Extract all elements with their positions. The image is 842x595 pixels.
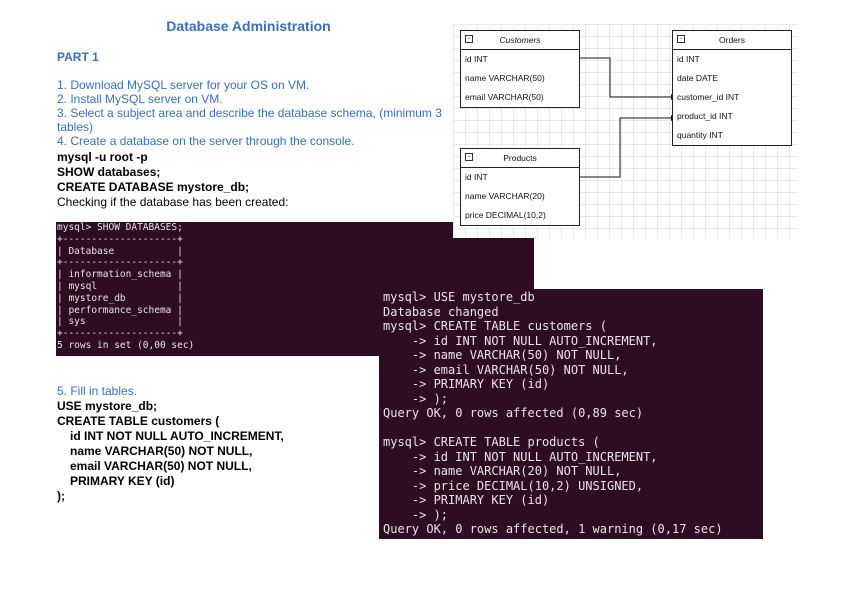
terminal-line: +--------------------+ — [57, 257, 183, 269]
terminal-line: mysql> USE mystore_db — [383, 290, 535, 304]
sql-line: name VARCHAR(50) NOT NULL, — [70, 444, 253, 458]
table-field: customer_id INT — [677, 92, 740, 102]
customers-table: − Customers id INT name VARCHAR(50) emai… — [460, 30, 580, 108]
document-title: Database Administration — [166, 18, 331, 34]
customer-connector — [579, 57, 671, 98]
terminal-line: mysql> CREATE TABLE products ( — [383, 435, 600, 449]
table-field: name VARCHAR(50) — [465, 73, 545, 83]
collapse-icon[interactable]: − — [465, 153, 473, 161]
terminal-line: -> name VARCHAR(20) NOT NULL, — [383, 464, 622, 478]
table-field: id INT — [465, 172, 488, 182]
terminal-line: | Database | — [57, 245, 183, 257]
terminal-line: mysql> SHOW DATABASES; — [57, 222, 183, 233]
terminal-line: Database changed — [383, 304, 499, 319]
sql-line: ); — [57, 489, 65, 503]
terminal-line: mysql> CREATE TABLE customers ( — [383, 319, 607, 333]
terminal-line: -> ); — [383, 507, 449, 522]
table-title: Orders — [719, 35, 745, 45]
check-caption: Checking if the database has been create… — [57, 195, 289, 209]
terminal-line: | information_schema | — [57, 269, 183, 281]
terminal-line: -> PRIMARY KEY (id) — [383, 493, 550, 507]
collapse-icon[interactable]: − — [465, 35, 473, 43]
orders-table: − Orders id INT date DATE customer_id IN… — [672, 30, 792, 146]
er-diagram: − Customers id INT name VARCHAR(50) emai… — [453, 24, 798, 238]
table-field: id INT — [677, 54, 700, 64]
table-field: email VARCHAR(50) — [465, 92, 544, 102]
table-title: Products — [503, 153, 537, 163]
terminal-line: -> price DECIMAL(10,2) UNSIGNED, — [383, 478, 644, 493]
login-command: mysql -u root -p — [57, 150, 148, 164]
create-db-command: CREATE DATABASE mystore_db; — [57, 180, 250, 194]
products-table: − Products id INT name VARCHAR(20) price… — [460, 148, 580, 226]
table-header: − Orders — [673, 31, 791, 50]
sql-line: id INT NOT NULL AUTO_INCREMENT, — [70, 429, 284, 443]
product-connector — [579, 117, 671, 178]
sql-line: PRIMARY KEY (id) — [70, 474, 175, 488]
table-header: − Customers — [461, 31, 579, 50]
table-field: product_id INT — [677, 111, 733, 121]
section-5: 5. Fill in tables. USE mystore_db; CREAT… — [57, 384, 284, 504]
commands-block: mysql -u root -p SHOW databases; CREATE … — [57, 150, 442, 210]
terminal-line: -> PRIMARY KEY (id) — [383, 377, 550, 391]
terminal-line: -> id INT NOT NULL AUTO_INCREMENT, — [383, 333, 658, 348]
step-item: 1. Download MySQL server for your OS on … — [57, 78, 310, 92]
sql-line: USE mystore_db; — [57, 399, 158, 413]
terminal-line: -> ); — [383, 391, 449, 406]
step-item: 3. Select a subject area and describe th… — [57, 106, 442, 134]
show-command: SHOW databases; — [57, 165, 161, 179]
steps-list: 1. Download MySQL server for your OS on … — [57, 78, 442, 148]
step-item: 2. Install MySQL server on VM. — [57, 92, 223, 106]
section-5-title: 5. Fill in tables. — [57, 384, 138, 398]
terminal-create-tables: mysql> USE mystore_db Database changed mys… — [379, 289, 763, 539]
terminal-line: -> email VARCHAR(50) NOT NULL, — [383, 362, 629, 377]
sql-line: email VARCHAR(50) NOT NULL, — [70, 459, 252, 473]
table-field: quantity INT — [677, 130, 723, 140]
table-header: − Products — [461, 149, 579, 168]
terminal-line: -> name VARCHAR(50) NOT NULL, — [383, 348, 622, 362]
sql-line: CREATE TABLE customers ( — [57, 414, 220, 428]
table-field: date DATE — [677, 73, 718, 83]
terminal-line: Query OK, 0 rows affected, 1 warning (0,… — [383, 522, 723, 536]
terminal-background-extension — [452, 238, 534, 290]
terminal-line: -> id INT NOT NULL AUTO_INCREMENT, — [383, 449, 658, 464]
terminal-line: +--------------------+ — [57, 233, 183, 245]
terminal-line: Query OK, 0 rows affected (0,89 sec) — [383, 406, 644, 420]
table-title: Customers — [499, 35, 541, 45]
table-field: name VARCHAR(20) — [465, 191, 545, 201]
step-item: 4. Create a database on the server throu… — [57, 134, 355, 148]
collapse-icon[interactable]: − — [677, 35, 685, 43]
table-field: price DECIMAL(10,2) — [465, 210, 546, 220]
part-heading: PART 1 — [57, 50, 99, 64]
table-field: id INT — [465, 54, 488, 64]
